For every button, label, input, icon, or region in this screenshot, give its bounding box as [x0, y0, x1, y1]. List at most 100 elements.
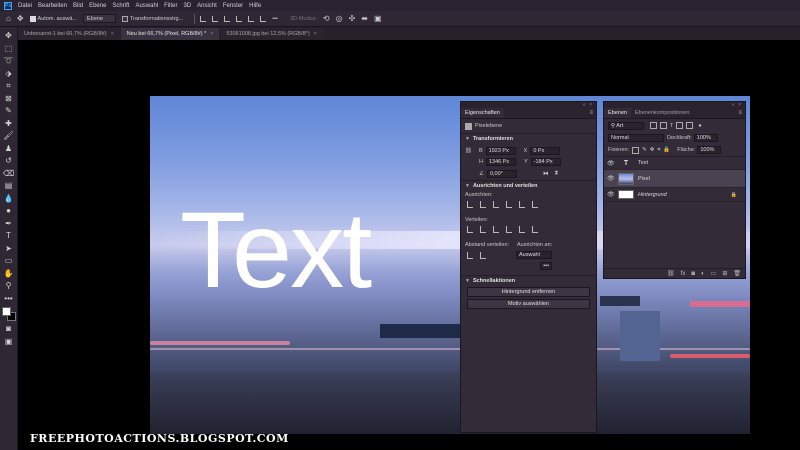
mask-icon[interactable]: ◙ — [691, 271, 695, 277]
quick-mask-icon[interactable]: ◙ — [3, 323, 15, 335]
flip-horizontal-icon[interactable]: ⧓ — [543, 171, 549, 177]
menu-bild[interactable]: Bild — [73, 3, 83, 9]
lock-all-icon[interactable]: 🔒 — [663, 147, 670, 153]
filter-type-icon[interactable]: T — [670, 123, 673, 129]
distribute-top-icon[interactable] — [467, 226, 473, 233]
select-subject-button[interactable]: Motiv auswählen — [467, 299, 590, 309]
align-left-edges-icon[interactable] — [467, 201, 473, 208]
filter-smart-object-icon[interactable] — [686, 122, 694, 129]
menu-datei[interactable]: Datei — [18, 3, 32, 9]
hand-tool-icon[interactable]: ✋ — [3, 268, 15, 280]
menu-auswahl[interactable]: Auswahl — [135, 3, 158, 9]
align-middle-icon[interactable] — [248, 15, 255, 22]
opacity-field[interactable]: 100% — [693, 134, 718, 142]
visibility-eye-icon[interactable]: 👁 — [607, 191, 615, 198]
align-bottom-icon[interactable] — [260, 15, 267, 22]
brush-tool-icon[interactable]: 🖌 — [3, 130, 15, 142]
tab-eigenschaften[interactable]: Eigenschaften — [461, 108, 504, 118]
flip-vertical-icon[interactable]: ⧗ — [554, 170, 558, 177]
panel-menu-icon[interactable]: ≡ — [589, 110, 593, 116]
menu-bearbeiten[interactable]: Bearbeiten — [38, 3, 67, 9]
tab-ebenenkompositionen[interactable]: Ebenenkompositionen — [631, 108, 693, 118]
eraser-tool-icon[interactable]: ⌫ — [3, 168, 15, 180]
move-tool-icon[interactable]: ✥ — [17, 14, 24, 23]
align-bottom-edges-icon[interactable] — [532, 201, 538, 208]
close-icon[interactable]: × — [111, 31, 114, 37]
lock-artboard-icon[interactable]: ⌗ — [657, 147, 660, 154]
lock-position-icon[interactable]: ✥ — [650, 147, 655, 153]
tab-ebenen[interactable]: Ebenen — [604, 108, 631, 118]
auto-select-target-dropdown[interactable]: Ebene — [82, 14, 116, 23]
rectangle-tool-icon[interactable]: ▭ — [3, 255, 15, 267]
zoom-tool-icon[interactable]: ⚲ — [3, 280, 15, 292]
menu-fenster[interactable]: Fenster — [223, 3, 243, 9]
filter-adjustment-icon[interactable] — [660, 122, 667, 129]
gradient-tool-icon[interactable]: ▤ — [3, 180, 15, 192]
width-field[interactable]: 1923 Px — [485, 146, 516, 155]
document-tab[interactable]: Unbenannt-1 bei 66,7% (RGB/8#) × — [18, 28, 120, 40]
visibility-eye-icon[interactable]: 👁 — [607, 175, 615, 182]
home-icon[interactable]: ⌂ — [6, 14, 11, 23]
lasso-tool-icon[interactable]: ➰ — [3, 55, 15, 67]
section-quick-actions[interactable]: ▼ Schnellaktionen — [461, 275, 596, 285]
clone-stamp-tool-icon[interactable]: ♟ — [3, 143, 15, 155]
canvas-text-layer[interactable]: Text — [180, 196, 372, 304]
visibility-eye-icon[interactable]: 👁 — [607, 160, 615, 167]
filter-kind-dropdown[interactable]: ⚲ Art — [608, 121, 644, 130]
document-tab[interactable]: 53061008.jpg bei 12,5% (RGB/8*) × — [220, 28, 323, 40]
filter-pixel-icon[interactable] — [650, 122, 657, 129]
menu-filter[interactable]: Filter — [164, 3, 177, 9]
lock-paint-icon[interactable]: ✎ — [642, 147, 647, 153]
marquee-tool-icon[interactable]: ⬚ — [3, 43, 15, 55]
close-icon[interactable]: × — [210, 31, 213, 37]
menu-hilfe[interactable]: Hilfe — [249, 3, 261, 9]
new-layer-icon[interactable]: ⊞ — [722, 270, 727, 277]
distribute-left-icon[interactable] — [506, 226, 512, 233]
crop-tool-icon[interactable]: ⌗ — [3, 80, 15, 92]
blend-mode-dropdown[interactable]: Normal — [608, 134, 664, 142]
menu-ansicht[interactable]: Ansicht — [197, 3, 217, 9]
align-right-edges-icon[interactable] — [493, 201, 499, 208]
3d-roll-icon[interactable]: ◎ — [336, 14, 343, 23]
3d-scale-icon[interactable]: ▣ — [374, 14, 382, 23]
align-vertical-centers-icon[interactable] — [519, 201, 525, 208]
align-top-edges-icon[interactable] — [506, 201, 512, 208]
more-options-button[interactable]: ••• — [540, 262, 552, 270]
distribute-horizontal-spacing-icon[interactable] — [480, 251, 486, 259]
align-horizontal-centers-icon[interactable] — [480, 201, 486, 208]
history-brush-tool-icon[interactable]: ↺ — [3, 155, 15, 167]
align-to-dropdown[interactable]: Auswahl — [516, 251, 552, 259]
lock-transparent-icon[interactable] — [632, 146, 640, 154]
align-center-icon[interactable] — [212, 15, 219, 22]
filter-toggle-icon[interactable]: ● — [698, 123, 701, 129]
menu-schrift[interactable]: Schrift — [112, 3, 129, 9]
align-left-icon[interactable] — [200, 15, 207, 22]
section-align[interactable]: ▼ Ausrichten und verteilen — [461, 180, 596, 190]
distribute-vcenter-icon[interactable] — [480, 226, 486, 233]
group-folder-icon[interactable]: ▭ — [711, 270, 717, 277]
document-tab-active[interactable]: Neu bei 66,7% (Pixel, RGB/8#) * × — [120, 28, 220, 40]
path-selection-tool-icon[interactable]: ➤ — [3, 243, 15, 255]
angle-field[interactable]: 0,00° — [486, 169, 517, 178]
remove-background-button[interactable]: Hintergrund entfernen — [467, 287, 590, 297]
more-options-icon[interactable]: ••• — [272, 16, 278, 22]
eyedropper-tool-icon[interactable]: ✎ — [3, 105, 15, 117]
menu-ebene[interactable]: Ebene — [89, 3, 106, 9]
frame-tool-icon[interactable]: ⊠ — [3, 93, 15, 105]
close-icon[interactable]: × — [314, 31, 317, 37]
align-right-icon[interactable] — [224, 15, 231, 22]
align-top-icon[interactable] — [236, 15, 243, 22]
blur-tool-icon[interactable]: 💧 — [3, 193, 15, 205]
distribute-bottom-icon[interactable] — [493, 226, 499, 233]
type-tool-icon[interactable]: T — [3, 230, 15, 242]
trash-icon[interactable]: 🗑 — [733, 270, 741, 277]
screen-mode-icon[interactable]: ▣ — [3, 336, 15, 348]
link-icon[interactable]: ⛓ — [667, 270, 675, 277]
layer-row-text[interactable]: 👁 T Text — [604, 157, 745, 170]
link-dimensions-icon[interactable]: ⛓ — [465, 148, 479, 154]
distribute-right-icon[interactable] — [532, 226, 538, 233]
layer-row-background[interactable]: 👁 Hintergrund 🔒 — [604, 188, 745, 202]
more-tools-icon[interactable]: ••• — [3, 293, 15, 305]
layer-row-pixel[interactable]: 👁 Pixel — [604, 170, 745, 188]
move-tool-icon[interactable]: ✥ — [3, 30, 15, 42]
